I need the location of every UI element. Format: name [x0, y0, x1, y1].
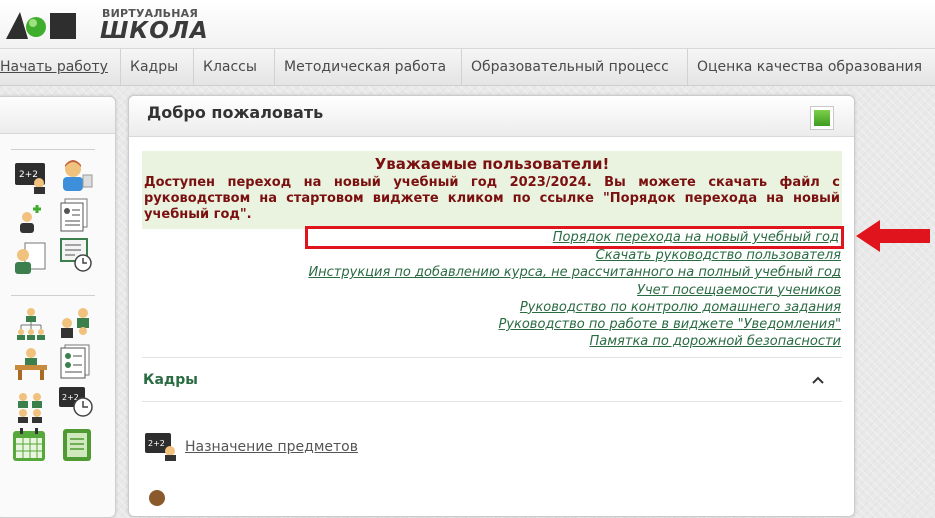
staff-section-title: Кадры	[143, 372, 198, 388]
link-new-year-transition[interactable]: Порядок перехода на новый учебный год	[305, 225, 844, 250]
notice-box: Уважаемые пользователи! Доступен переход…	[142, 151, 842, 229]
user-doc-icon[interactable]	[13, 239, 49, 275]
green-square-icon	[814, 110, 830, 126]
nav-quality-assessment[interactable]: Оценка качества образования	[687, 49, 931, 85]
panel-toggle-button[interactable]	[810, 106, 834, 130]
divider	[142, 357, 842, 358]
group-icon[interactable]	[13, 387, 49, 423]
logo-mark-icon	[6, 12, 76, 39]
welcome-panel: Добро пожаловать Уважаемые пользователи!…	[128, 95, 855, 517]
svg-text:2+2: 2+2	[19, 170, 38, 180]
logo-main-text: ШКОЛА	[100, 18, 209, 44]
person-icon	[149, 490, 165, 506]
header: ВИРТУАЛЬНАЯ ШКОЛА	[0, 0, 935, 49]
assign-subjects-link[interactable]: Назначение предметов	[185, 439, 358, 455]
desk-icon[interactable]	[13, 345, 49, 381]
link-notifications-widget[interactable]: Руководство по работе в виджете "Уведомл…	[308, 316, 841, 333]
schedule-board-icon[interactable]	[57, 237, 93, 273]
blackboard-math-icon: 2+2	[145, 433, 176, 461]
red-arrow-icon	[856, 220, 930, 252]
link-road-safety[interactable]: Памятка по дорожной безопасности	[308, 333, 842, 350]
welcome-title: Добро пожаловать	[147, 103, 324, 122]
divider	[142, 401, 842, 402]
left-panel-header	[0, 97, 115, 134]
link-add-course-instruction[interactable]: Инструкция по добавлению курса, не рассч…	[308, 264, 841, 281]
teacher-icon[interactable]	[57, 157, 93, 193]
math-clock-icon[interactable]: 2+2	[57, 383, 93, 419]
add-user-icon[interactable]	[13, 199, 49, 235]
nav-methodical-work[interactable]: Методическая работа	[274, 49, 455, 85]
welcome-panel-header: Добро пожаловать	[129, 96, 854, 137]
calendar-icon[interactable]	[11, 427, 47, 463]
left-icon-panel: 2+2 2+2	[0, 96, 116, 518]
chevron-up-icon[interactable]	[811, 374, 825, 386]
link-attendance[interactable]: Учет посещаемости учеников	[308, 282, 841, 299]
staff-transfer-icon[interactable]	[57, 303, 93, 339]
notice-body: Доступен переход на новый учебный год 20…	[144, 175, 840, 222]
notice-title: Уважаемые пользователи!	[374, 155, 610, 173]
student-list-icon[interactable]	[57, 343, 93, 379]
link-download-user-guide[interactable]: Скачать руководство пользователя	[308, 247, 841, 264]
nav-start-work[interactable]: Начать работу	[0, 49, 117, 85]
nav-educational-process[interactable]: Образовательный процесс	[461, 49, 678, 85]
blackboard-math-icon[interactable]: 2+2	[13, 159, 49, 195]
divider	[11, 295, 95, 296]
top-nav: Начать работу Кадры Классы Методическая …	[0, 49, 935, 86]
green-notebook-icon[interactable]	[59, 427, 95, 463]
documents-icon[interactable]	[57, 197, 93, 233]
hierarchy-icon[interactable]	[13, 305, 49, 341]
svg-text:2+2: 2+2	[148, 439, 165, 448]
nav-staff[interactable]: Кадры	[120, 49, 187, 85]
link-homework-control[interactable]: Руководство по контролю домашнего задани…	[308, 299, 841, 316]
resource-links: Порядок перехода на новый учебный год Ск…	[305, 225, 844, 350]
nav-classes[interactable]: Классы	[193, 49, 266, 85]
divider	[11, 149, 95, 150]
